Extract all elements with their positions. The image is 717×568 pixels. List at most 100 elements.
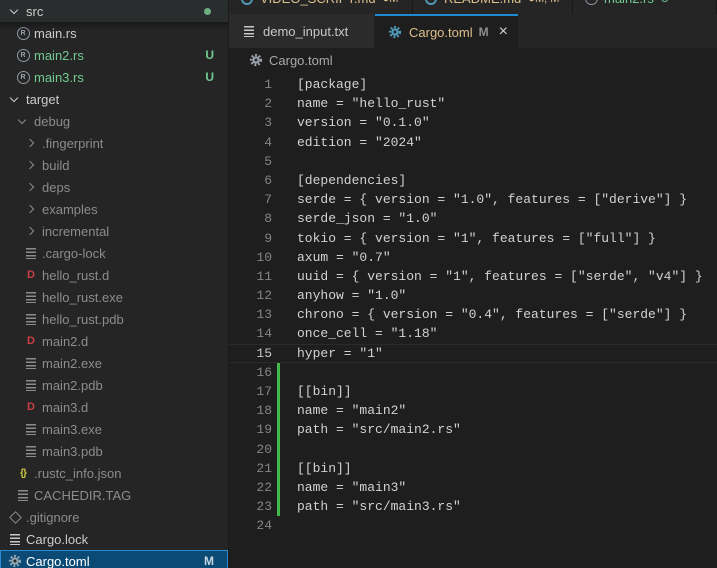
tree-item[interactable]: main3.pdb <box>0 440 228 462</box>
file-explorer-sidebar[interactable]: srcmain.rsmain2.rsUmain3.rsUtarget debug.… <box>0 0 229 568</box>
gutter-decoration <box>272 190 297 209</box>
tree-item[interactable]: incremental <box>0 220 228 242</box>
tree-item[interactable]: main2.exe <box>0 352 228 374</box>
code-line[interactable]: 3version = "0.1.0" <box>229 113 717 132</box>
tree-item[interactable]: Dhello_rust.d <box>0 264 228 286</box>
code-line[interactable]: 8serde_json = "1.0" <box>229 209 717 228</box>
gear-icon <box>248 52 264 68</box>
code-line[interactable]: 1[package] <box>229 75 717 94</box>
editor-tab[interactable]: VIDEO_SCRIPT.md●M <box>229 0 413 14</box>
tree-item[interactable]: target <box>0 88 228 110</box>
tree-item-label: Cargo.toml <box>26 554 90 568</box>
tree-item[interactable]: .cargo-lock <box>0 242 228 264</box>
code-text: version = "0.1.0" <box>297 113 430 132</box>
tree-item-label: main2.d <box>42 334 88 349</box>
tree-item[interactable]: examples <box>0 198 228 220</box>
gutter-decoration <box>272 94 297 113</box>
code-line[interactable]: 16 <box>229 363 717 382</box>
code-line[interactable]: 14once_cell = "1.18" <box>229 324 717 343</box>
tree-item-label: .gitignore <box>26 510 79 525</box>
code-line[interactable]: 11uuid = { version = "1", features = ["s… <box>229 267 717 286</box>
code-line[interactable]: 19path = "src/main2.rs" <box>229 420 717 439</box>
tree-item[interactable]: hello_rust.pdb <box>0 308 228 330</box>
tree-item[interactable]: main3.exe <box>0 418 228 440</box>
gear-icon <box>387 24 403 40</box>
code-editor[interactable]: 1[package]2name = "hello_rust"3version =… <box>229 72 717 568</box>
tree-item-label: incremental <box>42 224 109 239</box>
code-line[interactable]: 9tokio = { version = "1", features = ["f… <box>229 229 717 248</box>
gutter-decoration <box>272 305 297 324</box>
code-line[interactable]: 13chrono = { version = "0.4", features =… <box>229 305 717 324</box>
gutter-decoration <box>272 363 297 382</box>
gutter-decoration <box>272 286 297 305</box>
code-line[interactable]: 17[[bin]] <box>229 382 717 401</box>
code-text: axum = "0.7" <box>297 248 391 267</box>
tree-item[interactable]: debug <box>0 110 228 132</box>
chevron-right-icon <box>23 135 39 151</box>
tree-item[interactable]: main3.rsU <box>0 66 228 88</box>
git-status-badge: U <box>205 48 214 62</box>
tab-label: README.md <box>444 0 521 6</box>
code-line[interactable]: 6[dependencies] <box>229 171 717 190</box>
tree-item-label: debug <box>34 114 70 129</box>
code-line[interactable]: 5 <box>229 152 717 171</box>
gutter-decoration <box>272 75 297 94</box>
git-added-gutter-bar <box>277 420 280 439</box>
editor-tab[interactable]: README.md●M, M <box>413 0 573 14</box>
tree-item[interactable]: {}.rustc_info.json <box>0 462 228 484</box>
code-text: name = "main3" <box>297 478 406 497</box>
tree-item[interactable]: Dmain2.d <box>0 330 228 352</box>
tree-item[interactable]: main2.rsU <box>0 44 228 66</box>
tree-item[interactable]: CACHEDIR.TAG <box>0 484 228 506</box>
tab-row-upper[interactable]: VIDEO_SCRIPT.md●MREADME.md●M, Mmain2.rsU <box>229 0 717 14</box>
code-line[interactable]: 20 <box>229 440 717 459</box>
line-number: 21 <box>229 459 272 478</box>
code-line[interactable]: 10axum = "0.7" <box>229 248 717 267</box>
tree-item[interactable]: Dmain3.d <box>0 396 228 418</box>
editor-tab[interactable]: main2.rsU <box>573 0 717 14</box>
tree-item-label: hello_rust.pdb <box>42 312 124 327</box>
gutter-decoration <box>272 401 297 420</box>
line-number: 7 <box>229 190 272 209</box>
tree-item[interactable]: .fingerprint <box>0 132 228 154</box>
gutter-decoration <box>272 229 297 248</box>
code-line[interactable]: 2name = "hello_rust" <box>229 94 717 113</box>
code-line[interactable]: 15hyper = "1" <box>229 344 717 363</box>
code-line[interactable]: 22name = "main3" <box>229 478 717 497</box>
close-icon[interactable]: × <box>499 24 508 40</box>
gutter-decoration <box>272 440 297 459</box>
tree-item[interactable]: .gitignore <box>0 506 228 528</box>
editor-tab[interactable]: demo_input.txt <box>229 14 375 48</box>
code-line[interactable]: 4edition = "2024" <box>229 133 717 152</box>
code-text: name = "main2" <box>297 401 406 420</box>
tree-item[interactable]: src <box>0 0 228 22</box>
tree-item[interactable]: Cargo.tomlM <box>0 550 228 568</box>
code-line[interactable]: 12anyhow = "1.0" <box>229 286 717 305</box>
tree-item[interactable]: build <box>0 154 228 176</box>
tree-item[interactable]: deps <box>0 176 228 198</box>
json-icon: {} <box>15 465 31 481</box>
code-line[interactable]: 21[[bin]] <box>229 459 717 478</box>
tree-item[interactable]: main.rs <box>0 22 228 44</box>
gutter-decoration <box>272 382 297 401</box>
chevron-right-icon <box>23 179 39 195</box>
breadcrumb[interactable]: Cargo.toml <box>229 48 717 72</box>
code-line[interactable]: 7serde = { version = "1.0", features = [… <box>229 190 717 209</box>
code-line[interactable]: 23path = "src/main3.rs" <box>229 497 717 516</box>
d-icon: D <box>23 399 39 415</box>
lines-icon <box>23 245 39 261</box>
editor-tab[interactable]: Cargo.tomlM× <box>375 14 518 48</box>
code-text: [package] <box>297 75 367 94</box>
tree-item[interactable]: Cargo.lock <box>0 528 228 550</box>
line-number: 18 <box>229 401 272 420</box>
tree-item[interactable]: main2.pdb <box>0 374 228 396</box>
code-text: hyper = "1" <box>297 344 383 363</box>
gutter-decoration <box>272 478 297 497</box>
tab-row-lower[interactable]: demo_input.txtCargo.tomlM× <box>229 14 717 48</box>
code-line[interactable]: 24 <box>229 516 717 535</box>
rust-icon <box>15 25 31 41</box>
code-line[interactable]: 18 name = "main2" <box>229 401 717 420</box>
gutter-decoration <box>272 171 297 190</box>
lines-icon <box>23 377 39 393</box>
tree-item[interactable]: hello_rust.exe <box>0 286 228 308</box>
